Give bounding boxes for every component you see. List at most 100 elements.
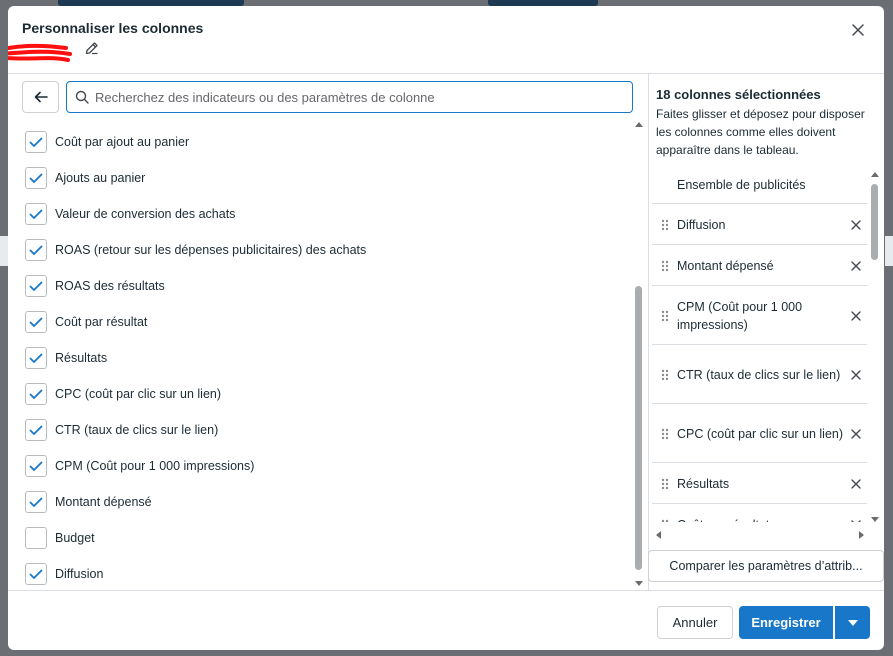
save-options-button[interactable] [835, 606, 870, 639]
metric-row[interactable]: ROAS des résultats [25, 274, 165, 298]
search-icon [75, 90, 89, 104]
metric-row[interactable]: Valeur de conversion des achats [25, 202, 235, 226]
metric-row[interactable]: CTR (taux de clics sur le lien) [25, 418, 218, 442]
metric-row[interactable]: CPM (Coût pour 1 000 impressions) [25, 454, 254, 478]
metrics-scrollbar[interactable] [634, 122, 644, 586]
scroll-down-arrow[interactable] [635, 581, 643, 586]
metric-checkbox[interactable] [25, 131, 47, 153]
dialog-footer: Annuler Enregistrer [8, 591, 884, 650]
remove-icon [851, 260, 861, 271]
remove-icon [851, 310, 861, 321]
check-icon [29, 137, 43, 147]
metric-label: ROAS (retour sur les dépenses publicitai… [55, 243, 367, 257]
selected-column-item[interactable]: CPM (Coût pour 1 000 impressions) [652, 287, 867, 345]
metric-row[interactable]: Ajouts au panier [25, 166, 145, 190]
remove-icon [851, 428, 861, 439]
grip-icon [661, 519, 668, 522]
drag-handle[interactable] [652, 219, 677, 231]
scroll-down-arrow[interactable] [871, 517, 879, 522]
remove-column-button[interactable] [845, 428, 867, 439]
selected-column-item[interactable]: Montant dépensé [652, 246, 867, 286]
metric-checkbox[interactable] [25, 563, 47, 585]
drag-handle[interactable] [652, 260, 677, 272]
back-button[interactable] [22, 81, 59, 113]
check-icon [29, 245, 43, 255]
check-icon [29, 461, 43, 471]
metric-row[interactable]: Coût par résultat [25, 310, 147, 334]
metric-label: Ajouts au panier [55, 171, 146, 185]
remove-icon [851, 478, 861, 489]
remove-column-button[interactable] [845, 310, 867, 321]
scroll-right-arrow[interactable] [859, 531, 864, 539]
drag-handle[interactable] [652, 519, 677, 523]
redaction-mark [8, 43, 72, 62]
drag-handle[interactable] [652, 310, 677, 322]
check-icon [29, 497, 43, 507]
selected-column-item[interactable]: Diffusion [652, 205, 867, 245]
grip-icon [661, 428, 668, 439]
drag-handle[interactable] [652, 478, 677, 490]
metric-label: Montant dépensé [55, 495, 152, 509]
back-arrow-icon [34, 91, 48, 103]
chevron-down-icon [847, 619, 858, 626]
grip-icon [661, 310, 668, 321]
metric-row[interactable]: Diffusion [25, 562, 103, 586]
metric-row[interactable]: Résultats [25, 346, 107, 370]
save-button[interactable]: Enregistrer [739, 606, 833, 639]
check-icon [29, 209, 43, 219]
remove-icon [851, 519, 861, 522]
selected-scrollbar[interactable] [870, 172, 880, 522]
dialog-header: Personnaliser les colonnes [8, 6, 884, 73]
metric-row[interactable]: CPC (coût par clic sur un lien) [25, 382, 221, 406]
metric-row[interactable]: Coût par ajout au panier [25, 130, 189, 154]
drag-handle[interactable] [652, 428, 677, 440]
metric-label: Coût par résultat [55, 315, 148, 329]
scroll-left-arrow[interactable] [656, 531, 661, 539]
remove-column-button[interactable] [845, 519, 867, 522]
edit-icon[interactable] [84, 40, 100, 56]
remove-icon [851, 219, 861, 230]
cancel-button[interactable]: Annuler [657, 606, 733, 639]
metric-checkbox[interactable] [25, 383, 47, 405]
check-icon [29, 569, 43, 579]
metric-row[interactable]: Budget [25, 526, 95, 550]
search-box [66, 81, 633, 113]
selected-column-item[interactable]: Résultats [652, 464, 867, 504]
metric-row[interactable]: ROAS (retour sur les dépenses publicitai… [25, 238, 366, 262]
metric-checkbox[interactable] [25, 311, 47, 333]
scrollbar-thumb[interactable] [871, 184, 878, 260]
header-divider [8, 73, 884, 74]
compare-attribution-button[interactable]: Comparer les paramètres d’attrib... [648, 550, 884, 582]
metric-checkbox[interactable] [25, 455, 47, 477]
scrollbar-thumb[interactable] [635, 286, 642, 570]
close-button[interactable] [846, 18, 870, 42]
scroll-up-arrow[interactable] [871, 172, 879, 177]
scroll-up-arrow[interactable] [635, 122, 643, 127]
check-icon [29, 425, 43, 435]
selected-column-label: Ensemble de publicités [677, 177, 806, 192]
metric-checkbox[interactable] [25, 347, 47, 369]
metric-checkbox[interactable] [25, 167, 47, 189]
metric-checkbox[interactable] [25, 491, 47, 513]
selected-description: Faites glisser et déposez pour disposer … [656, 107, 865, 157]
remove-column-button[interactable] [845, 260, 867, 271]
metric-checkbox[interactable] [25, 275, 47, 297]
metric-checkbox[interactable] [25, 527, 47, 549]
selected-horizontal-scrollbar[interactable] [656, 530, 864, 540]
search-input[interactable] [95, 89, 615, 105]
metric-checkbox[interactable] [25, 419, 47, 441]
selected-column-item[interactable]: Coût par résultat [652, 505, 867, 522]
metric-checkbox[interactable] [25, 239, 47, 261]
metric-row[interactable]: Montant dépensé [25, 490, 152, 514]
remove-column-button[interactable] [845, 369, 867, 380]
selected-count-title: 18 colonnes sélectionnées [656, 87, 821, 102]
selected-column-label: CPM (Coût pour 1 000 impressions) [677, 299, 803, 332]
selected-column-item[interactable]: CPC (coût par clic sur un lien) [652, 405, 867, 463]
remove-column-button[interactable] [845, 478, 867, 489]
selected-column-item[interactable]: CTR (taux de clics sur le lien) [652, 346, 867, 404]
grip-icon [661, 260, 668, 271]
selected-column-label: Montant dépensé [677, 258, 774, 273]
metric-checkbox[interactable] [25, 203, 47, 225]
remove-column-button[interactable] [845, 219, 867, 230]
drag-handle[interactable] [652, 369, 677, 381]
